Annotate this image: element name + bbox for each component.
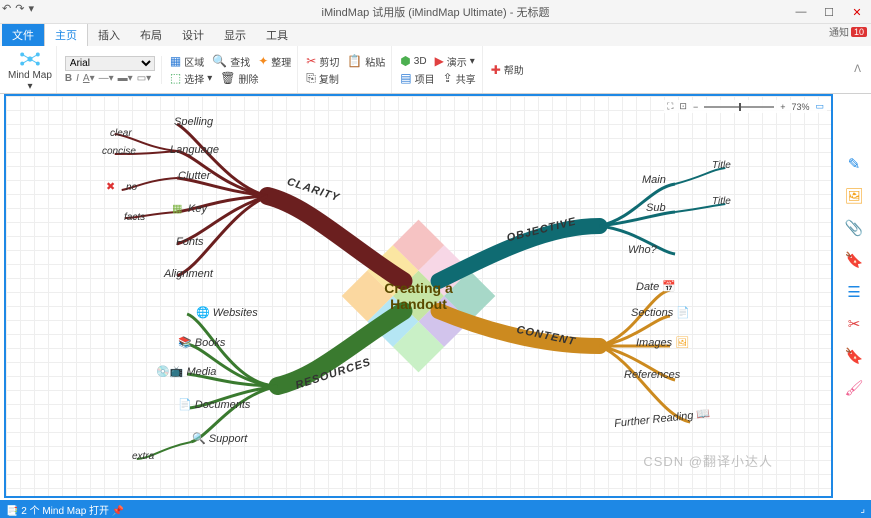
node-websites[interactable]: 🌐 Websites — [196, 306, 258, 319]
image-icon: 🖼 — [675, 337, 689, 349]
central-topic[interactable]: Creating a Handout — [379, 280, 459, 312]
image-tool-icon[interactable]: 🖼 — [844, 186, 864, 206]
book-icon: 📖 — [696, 408, 711, 421]
present-button[interactable]: ▶演示▾ — [435, 54, 475, 69]
menu-tabs: 文件 主页 插入 布局 设计 显示 工具 — [0, 24, 871, 46]
area-button[interactable]: ▦区域 — [170, 54, 204, 69]
project-button[interactable]: ▤项目 — [400, 71, 434, 86]
notice-badge[interactable]: 10 — [851, 27, 867, 37]
note-icon: ▦ — [172, 202, 182, 215]
node-main[interactable]: Main — [642, 174, 666, 186]
copy-button[interactable]: ⎘复制 — [306, 71, 339, 86]
node-language[interactable]: Language — [170, 144, 219, 156]
tag-tool-icon[interactable]: 🔖 — [844, 250, 864, 270]
list-tool-icon[interactable]: ☰ — [844, 282, 864, 302]
status-left[interactable]: 📑 2 个 Mind Map 打开 📌 — [6, 502, 124, 517]
ribbon-collapse-icon[interactable]: ᐱ — [854, 64, 867, 75]
cut-button[interactable]: ✂剪切 — [306, 54, 339, 69]
node-sub-title[interactable]: Title — [712, 196, 731, 207]
delete-button[interactable]: 🗑删除 — [220, 71, 258, 86]
node-extra[interactable]: extra — [132, 451, 154, 462]
node-facts[interactable]: facts — [124, 212, 145, 223]
font-color-button[interactable]: A▾ — [83, 73, 95, 84]
tab-layout[interactable]: 布局 — [130, 24, 172, 46]
node-concise[interactable]: concise — [102, 146, 136, 157]
dropdown-icon[interactable]: ▾ — [28, 2, 34, 15]
page-icon: 📄 — [676, 307, 690, 319]
tab-tools[interactable]: 工具 — [256, 24, 298, 46]
node-clutter[interactable]: Clutter — [178, 170, 210, 182]
globe-icon: 🌐 — [196, 307, 210, 319]
node-sub[interactable]: Sub — [646, 202, 666, 214]
node-alignment[interactable]: Alignment — [164, 268, 213, 280]
node-images[interactable]: Images 🖼 — [636, 336, 689, 349]
node-documents[interactable]: 📄 Documents — [178, 398, 250, 411]
notice-label[interactable]: 通知 — [829, 24, 849, 39]
node-media[interactable]: 💿📺 Media — [156, 365, 216, 378]
node-who[interactable]: Who? — [628, 244, 657, 256]
calendar-icon: 📅 — [662, 281, 676, 293]
close-button[interactable]: ✕ — [843, 0, 871, 24]
node-clear[interactable]: clear — [110, 128, 132, 139]
mindmap-mode-button[interactable]: Mind Map▾ — [4, 46, 57, 93]
font-select[interactable]: Arial — [65, 56, 155, 71]
search-icon: 🔍 — [192, 433, 206, 445]
node-books[interactable]: 📚 Books — [178, 336, 225, 349]
help-button[interactable]: ✚帮助 — [491, 62, 524, 77]
node-no[interactable]: no — [126, 182, 137, 193]
brush-tool-icon[interactable]: 🖌 — [844, 378, 864, 398]
books-icon: 📚 — [178, 337, 192, 349]
node-sections[interactable]: Sections 📄 — [631, 306, 690, 319]
arrange-button[interactable]: ✦整理 — [258, 54, 291, 69]
document-icon: 📄 — [178, 399, 192, 411]
shape-button[interactable]: ▭▾ — [137, 73, 151, 84]
status-bar: 📑 2 个 Mind Map 打开 📌 ⌟ — [0, 500, 871, 518]
node-support[interactable]: 🔍 Support — [192, 432, 247, 445]
fill-button[interactable]: ▬▾ — [118, 73, 133, 84]
node-main-title[interactable]: Title — [712, 160, 731, 171]
edit-tool-icon[interactable]: ✎ — [844, 154, 864, 174]
node-fonts[interactable]: Fonts — [176, 236, 204, 248]
select-button[interactable]: ⬚选择▾ — [170, 71, 212, 86]
media-icon: 💿📺 — [156, 366, 183, 378]
find-button[interactable]: 🔍查找 — [212, 54, 250, 69]
node-spelling[interactable]: Spelling — [174, 116, 213, 128]
node-date[interactable]: Date 📅 — [636, 280, 676, 293]
redo-icon[interactable]: ↷ — [15, 2, 24, 15]
mindmap-canvas[interactable]: ⛶ ⊡ − + 73% ▭ — [4, 94, 833, 498]
3d-button[interactable]: ⬢3D — [400, 54, 426, 68]
tab-design[interactable]: 设计 — [172, 24, 214, 46]
tab-display[interactable]: 显示 — [214, 24, 256, 46]
tab-insert[interactable]: 插入 — [88, 24, 130, 46]
bookmark-tool-icon[interactable]: 🔖 — [844, 346, 864, 366]
minimize-button[interactable]: — — [787, 0, 815, 24]
x-icon: ✖ — [106, 180, 115, 193]
node-references[interactable]: References — [624, 369, 680, 381]
italic-button[interactable]: I — [76, 73, 79, 84]
right-toolbar: ✎ 🖼 📎 🔖 ☰ ✂ 🔖 🖌 — [837, 94, 871, 498]
window-title: iMindMap 试用版 (iMindMap Ultimate) - 无标题 — [322, 4, 550, 20]
ribbon-toolbar: Mind Map▾ Arial B I A▾ —▾ ▬▾ ▭▾ ▦区域 🔍查找 … — [0, 46, 871, 94]
undo-icon[interactable]: ↶ — [2, 2, 11, 15]
share-button[interactable]: ⇪共享 — [443, 71, 476, 86]
attach-tool-icon[interactable]: 📎 — [844, 218, 864, 238]
maximize-button[interactable]: ☐ — [815, 0, 843, 24]
cut-tool-icon[interactable]: ✂ — [844, 314, 864, 334]
resize-handle-icon[interactable]: ⌟ — [860, 504, 865, 515]
tab-home[interactable]: 主页 — [44, 23, 88, 46]
line-style-button[interactable]: —▾ — [99, 73, 114, 84]
tab-file[interactable]: 文件 — [2, 24, 44, 46]
node-key[interactable]: Key — [188, 203, 207, 215]
paste-button[interactable]: 📋粘贴 — [347, 54, 385, 69]
bold-button[interactable]: B — [65, 73, 72, 84]
